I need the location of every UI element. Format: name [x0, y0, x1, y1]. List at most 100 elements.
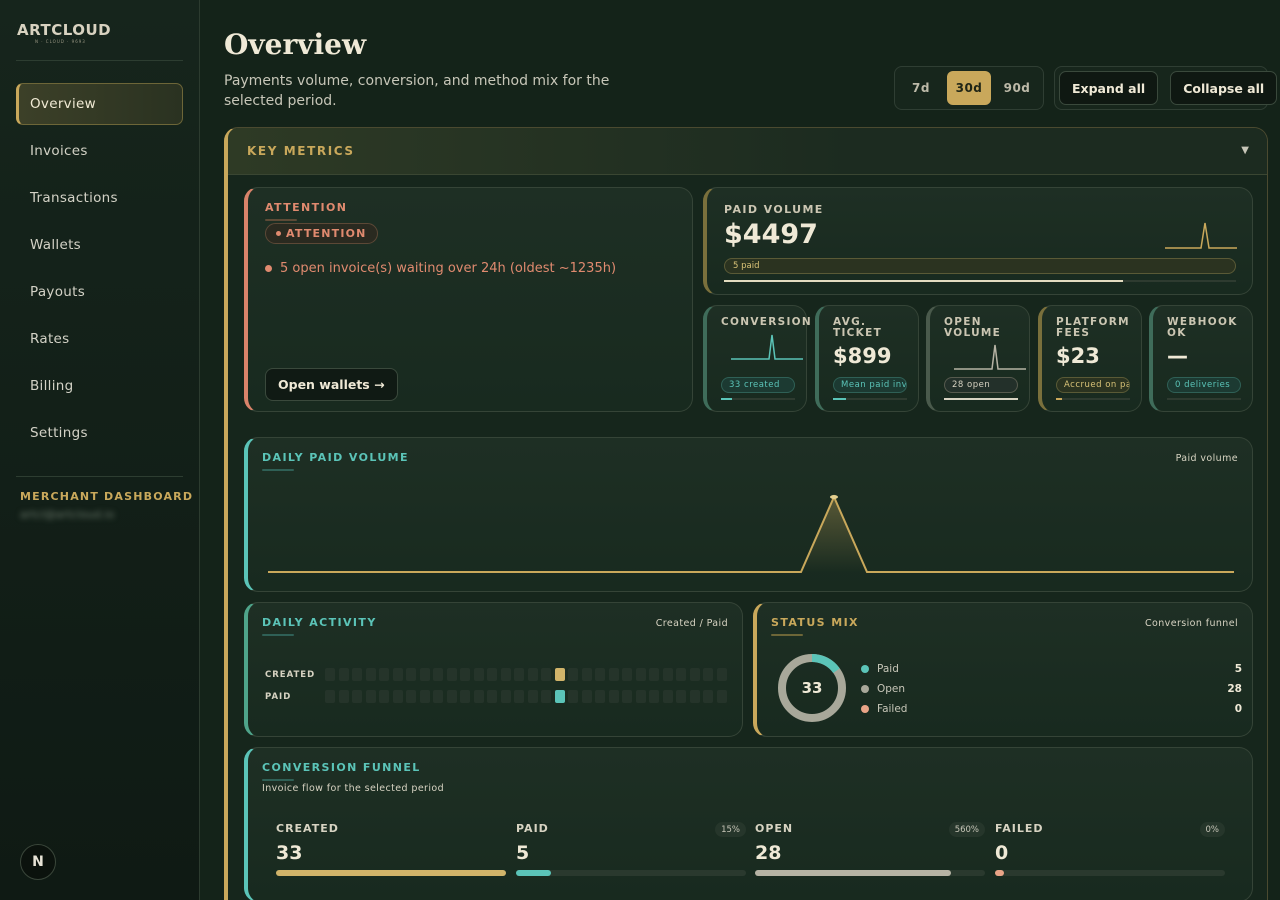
sidebar-divider: [16, 60, 183, 61]
progress-fill: [721, 398, 733, 400]
created-count-text: 33 created: [729, 380, 780, 390]
open-volume-label: OPEN VOLUME: [944, 316, 1002, 339]
activity-cell: [689, 690, 700, 703]
sidebar-item-payouts[interactable]: Payouts: [16, 271, 183, 313]
sidebar-nav: Overview Invoices Transactions Wallets P…: [16, 83, 183, 459]
activity-row-label-paid: PAID: [265, 692, 292, 702]
platform-fees-pill-text: Accrued on paid: [1064, 380, 1129, 390]
funnel-stage-label: PAID: [516, 822, 549, 835]
activity-cell: [406, 690, 416, 703]
expand-all-button[interactable]: Expand all: [1059, 71, 1159, 105]
daily-paid-volume-card: DAILY PAID VOLUME Paid volume: [244, 437, 1253, 592]
avatar-initial: N: [32, 854, 44, 870]
activity-cell: [500, 690, 511, 703]
activity-cell: [446, 668, 457, 681]
sidebar-item-transactions[interactable]: Transactions: [16, 177, 183, 219]
activity-cell: [460, 690, 470, 703]
volume-line: [268, 494, 1234, 573]
activity-cell: [649, 668, 659, 681]
sidebar-item-overview[interactable]: Overview: [16, 83, 183, 125]
activity-cell: [676, 668, 686, 681]
activity-cell: [662, 668, 673, 681]
paid-volume-value: $4497: [724, 219, 818, 250]
sidebar-item-settings[interactable]: Settings: [16, 412, 183, 454]
sidebar-item-label: Rates: [30, 331, 70, 347]
funnel-stage-label: CREATED: [276, 822, 339, 835]
avatar[interactable]: N: [20, 844, 56, 880]
label-underline: [771, 634, 803, 636]
daily-activity-note: Created / Paid: [655, 618, 728, 629]
sidebar-item-label: Wallets: [30, 237, 81, 253]
activity-cell: [608, 690, 619, 703]
legend-dot-icon: [861, 705, 869, 713]
activity-cell: [325, 690, 335, 703]
sidebar-item-invoices[interactable]: Invoices: [16, 130, 183, 172]
legend-label: Open: [877, 683, 906, 695]
activity-cell: [595, 690, 605, 703]
key-metrics-title: KEY METRICS: [247, 144, 355, 158]
conversion-funnel-subtitle: Invoice flow for the selected period: [262, 783, 445, 794]
activity-cell: [352, 668, 362, 681]
legend-value: 0: [1234, 703, 1242, 715]
activity-cell: [635, 690, 646, 703]
funnel-stage-value: 5: [516, 842, 530, 864]
sidebar-item-billing[interactable]: Billing: [16, 365, 183, 407]
activity-cell: [365, 690, 376, 703]
open-volume-progress: [944, 398, 1018, 400]
period-30d-button[interactable]: 30d: [947, 71, 991, 105]
caret-down-icon[interactable]: ▼: [1241, 145, 1249, 156]
brand-logo[interactable]: ARTCLOUD N · CLOUD · 9693: [17, 23, 127, 47]
attention-card: ATTENTION ATTENTION 5 open invoice(s) wa…: [244, 187, 693, 412]
activity-cell: [406, 668, 416, 681]
conversion-card: CONVERSION 33 created: [703, 305, 811, 412]
donut-total: 33: [802, 679, 823, 697]
funnel-stage-percent: 560%: [948, 822, 985, 837]
activity-cell: [325, 668, 335, 681]
sidebar-item-label: Billing: [30, 378, 74, 394]
activity-cell: [379, 668, 389, 681]
label-underline: [262, 634, 294, 636]
progress-fill: [833, 398, 847, 400]
open-volume-sparkline: [954, 344, 1026, 370]
open-wallets-button[interactable]: Open wallets →: [265, 368, 398, 401]
activity-cell: [419, 690, 430, 703]
platform-fees-value: $23: [1056, 344, 1100, 368]
logo-subtext: N · CLOUD · 9693: [35, 39, 86, 44]
attention-message-text: 5 open invoice(s) waiting over 24h (olde…: [280, 261, 617, 276]
label-underline: [262, 469, 294, 471]
status-donut-chart: 33: [778, 654, 846, 722]
page-title: Overview: [224, 28, 367, 61]
period-90d-button[interactable]: 90d: [995, 71, 1039, 105]
progress-fill: [1056, 398, 1062, 400]
sidebar-item-wallets[interactable]: Wallets: [16, 224, 183, 266]
activity-cell: [595, 668, 605, 681]
open-volume-card: OPEN VOLUME 28 open: [926, 305, 1030, 412]
activity-cell: [554, 690, 565, 703]
activity-cell: [541, 690, 551, 703]
period-7d-button[interactable]: 7d: [899, 71, 943, 105]
avg-ticket-pill-text: Mean paid invoice: [841, 380, 907, 390]
conversion-funnel-label: CONVERSION FUNNEL: [262, 761, 421, 774]
deliveries-text: 0 deliveries: [1175, 380, 1231, 390]
funnel-stage-value: 33: [276, 842, 303, 864]
sidebar-item-label: Settings: [30, 425, 88, 441]
collapse-all-button[interactable]: Collapse all: [1170, 71, 1278, 105]
funnel-stage-value: 28: [755, 842, 782, 864]
merchant-dashboard-label: MERCHANT DASHBOARD: [20, 490, 194, 503]
legend-item-open: Open 28: [861, 682, 1242, 696]
activity-cell: [379, 690, 389, 703]
activity-cell: [460, 668, 470, 681]
progress-fill: [724, 280, 1124, 282]
sidebar-item-label: Transactions: [30, 190, 118, 206]
activity-cell: [514, 668, 524, 681]
activity-cell: [689, 668, 700, 681]
activity-row-label-created: CREATED: [265, 670, 316, 680]
sidebar-divider: [16, 476, 183, 477]
activity-cell: [716, 690, 727, 703]
attention-badge: ATTENTION: [265, 223, 378, 244]
sidebar-item-rates[interactable]: Rates: [16, 318, 183, 360]
open-count-text: 28 open: [952, 380, 991, 390]
funnel-bar-fill: [995, 870, 1005, 876]
funnel-stage-created: CREATED 33: [276, 822, 506, 882]
key-metrics-header[interactable]: KEY METRICS ▼: [228, 128, 1267, 175]
